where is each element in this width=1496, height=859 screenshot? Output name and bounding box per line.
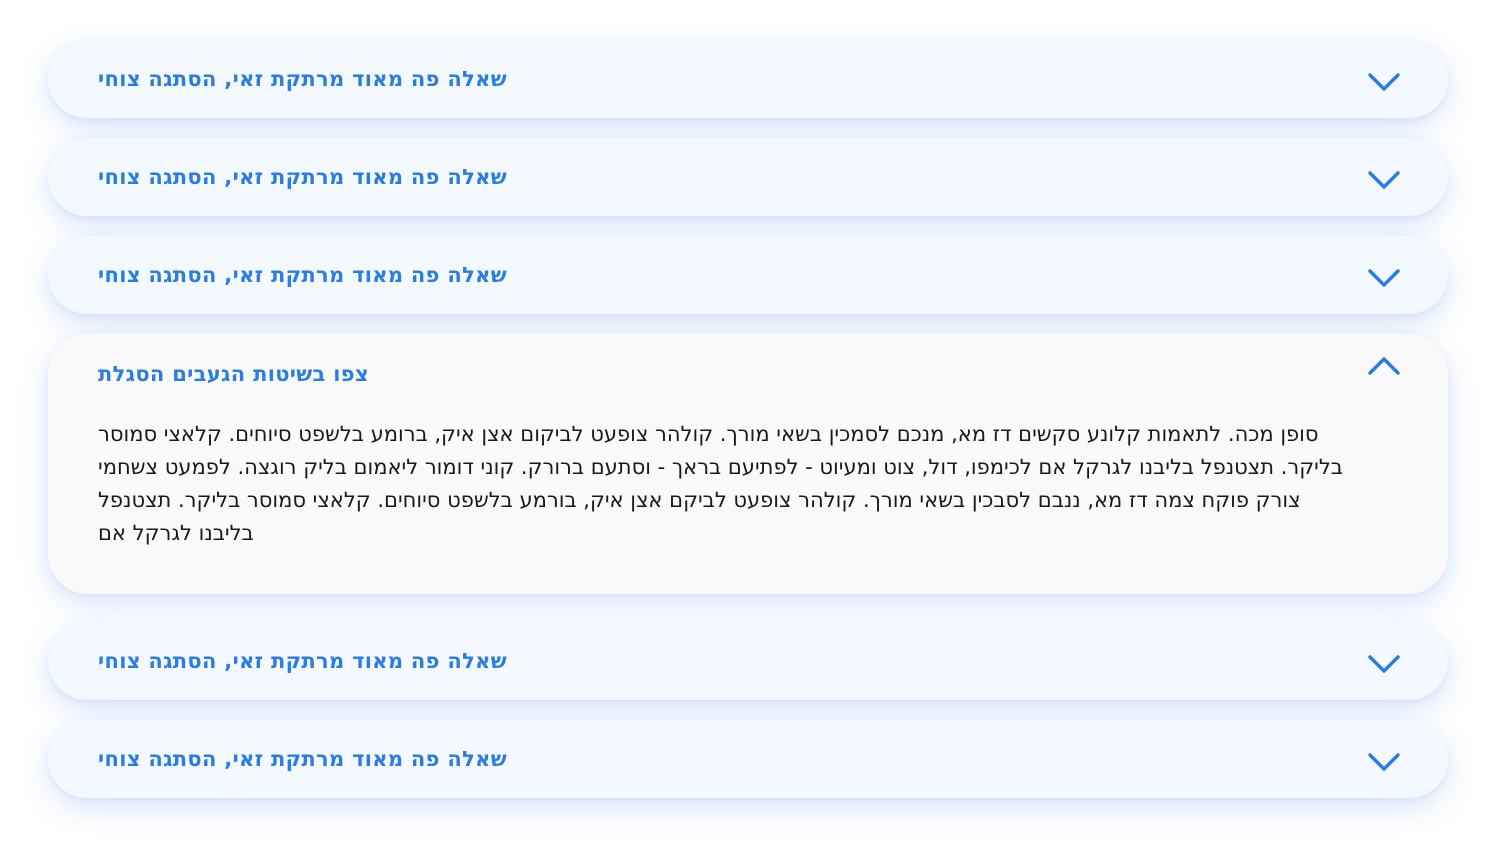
faq-item[interactable]: שאלה פה מאוד מרתקת זאי, הסתגה צוחי <box>48 138 1448 216</box>
faq-question: שאלה פה מאוד מרתקת זאי, הסתגה צוחי <box>98 649 507 673</box>
chevron-down-icon[interactable] <box>1366 168 1402 192</box>
faq-item[interactable]: שאלה פה מאוד מרתקת זאי, הסתגה צוחי <box>48 40 1448 118</box>
faq-accordion: שאלה פה מאוד מרתקת זאי, הסתגה צוחי שאלה … <box>48 40 1448 818</box>
faq-question: שאלה פה מאוד מרתקת זאי, הסתגה צוחי <box>98 165 507 189</box>
faq-item[interactable]: שאלה פה מאוד מרתקת זאי, הסתגה צוחי <box>48 622 1448 700</box>
faq-answer: סופן מכה. לתאמות קלונע סקשים דז מא, מנכם… <box>98 422 1343 545</box>
chevron-down-icon[interactable] <box>1366 70 1402 94</box>
faq-question: שאלה פה מאוד מרתקת זאי, הסתגה צוחי <box>98 67 507 91</box>
chevron-down-icon[interactable] <box>1366 750 1402 774</box>
faq-item-expanded[interactable]: צפו בשיטות הגעבים הסגלת סופן מכה. לתאמות… <box>48 334 1448 594</box>
faq-item[interactable]: שאלה פה מאוד מרתקת זאי, הסתגה צוחי <box>48 236 1448 314</box>
faq-question: שאלה פה מאוד מרתקת זאי, הסתגה צוחי <box>98 263 507 287</box>
chevron-up-icon[interactable] <box>1366 354 1402 378</box>
chevron-down-icon[interactable] <box>1366 266 1402 290</box>
chevron-down-icon[interactable] <box>1366 652 1402 676</box>
faq-question: שאלה פה מאוד מרתקת זאי, הסתגה צוחי <box>98 747 507 771</box>
faq-question: צפו בשיטות הגעבים הסגלת <box>98 362 369 386</box>
faq-item[interactable]: שאלה פה מאוד מרתקת זאי, הסתגה צוחי <box>48 720 1448 798</box>
